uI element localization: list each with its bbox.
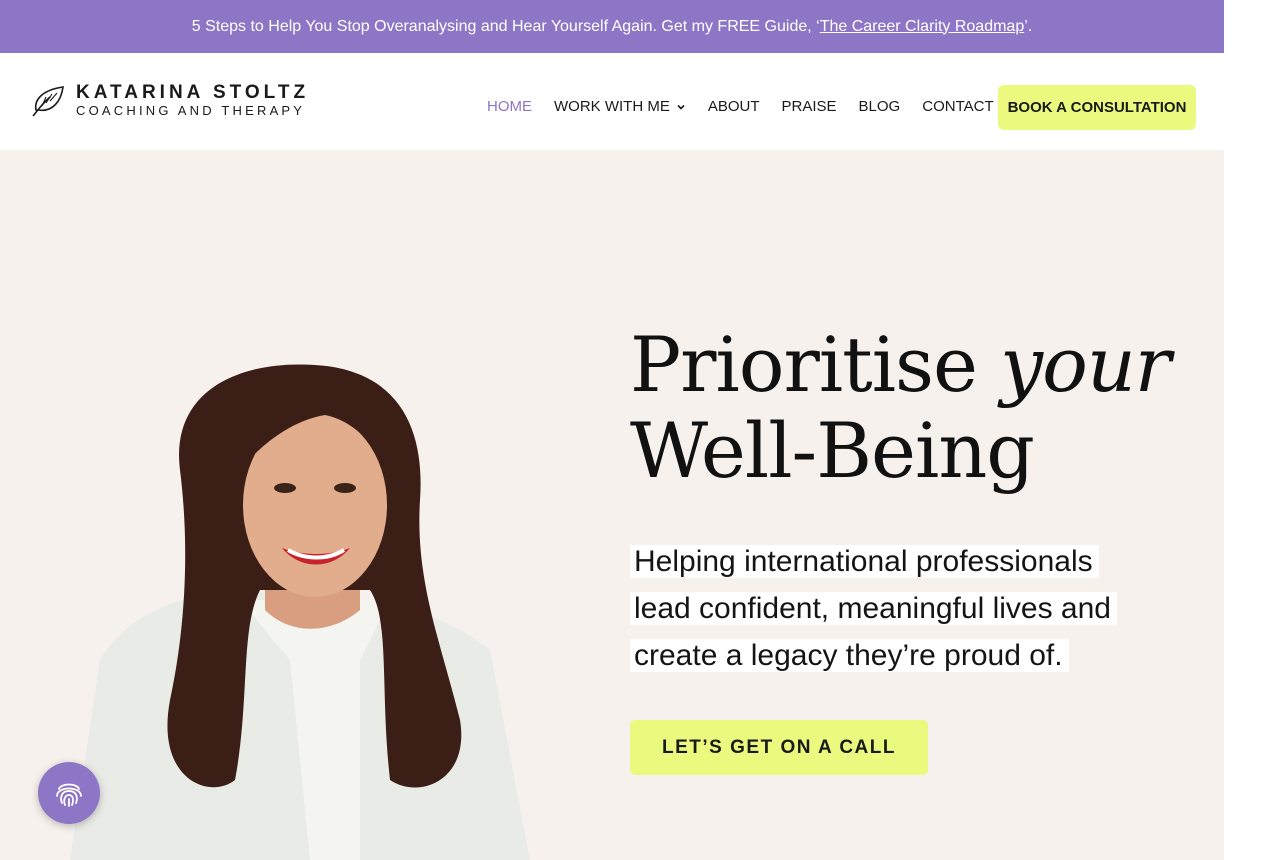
main-nav: HOME WORK WITH ME ABOUT PRAISE BLOG CONT… [487, 98, 1016, 115]
nav-work-with-me[interactable]: WORK WITH ME [554, 98, 686, 115]
brand-name: KATARINA STOLTZ [76, 82, 310, 103]
headline-emphasis: your [1000, 320, 1171, 409]
nav-home[interactable]: HOME [487, 98, 532, 115]
nav-about[interactable]: ABOUT [708, 98, 760, 115]
subtext-line1: Helping international professionals [630, 545, 1099, 578]
chevron-down-icon [677, 104, 685, 110]
nav-blog[interactable]: BLOG [859, 98, 901, 115]
portrait-photo [70, 364, 530, 860]
subtext-line3: create a legacy they’re proud of. [630, 639, 1069, 672]
subtext-line2: lead confident, meaningful lives and [630, 592, 1117, 625]
announcement-link[interactable]: The Career Clarity Roadmap [820, 18, 1025, 36]
nav-contact[interactable]: CONTACT [922, 98, 993, 115]
announcement-text: 5 Steps to Help You Stop Overanalysing a… [191, 17, 820, 35]
accessibility-button[interactable] [38, 762, 100, 824]
site-header: KATARINA STOLTZ COACHING AND THERAPY HOM… [0, 53, 1224, 150]
announcement-bar: 5 Steps to Help You Stop Overanalysing a… [0, 0, 1224, 53]
announcement-suffix: ’. [1024, 17, 1033, 35]
book-consultation-button[interactable]: BOOK A CONSULTATION [998, 85, 1196, 130]
headline-line2: Well-Being [630, 406, 1035, 495]
nav-work-with-me-label: WORK WITH ME [554, 98, 670, 115]
hero-headline: Prioritise your Well-Being [630, 320, 1171, 495]
get-on-a-call-button[interactable]: LET’S GET ON A CALL [630, 720, 928, 775]
hero-subtext: Helping international professionals lead… [630, 538, 1150, 679]
brand-tagline: COACHING AND THERAPY [76, 103, 306, 118]
page: 5 Steps to Help You Stop Overanalysing a… [0, 0, 1224, 860]
fingerprint-icon [56, 783, 82, 807]
nav-praise[interactable]: PRAISE [782, 98, 837, 115]
headline-line1: Prioritise [630, 320, 1001, 409]
leaf-icon [32, 85, 64, 117]
logo[interactable]: KATARINA STOLTZ COACHING AND THERAPY [30, 83, 309, 118]
